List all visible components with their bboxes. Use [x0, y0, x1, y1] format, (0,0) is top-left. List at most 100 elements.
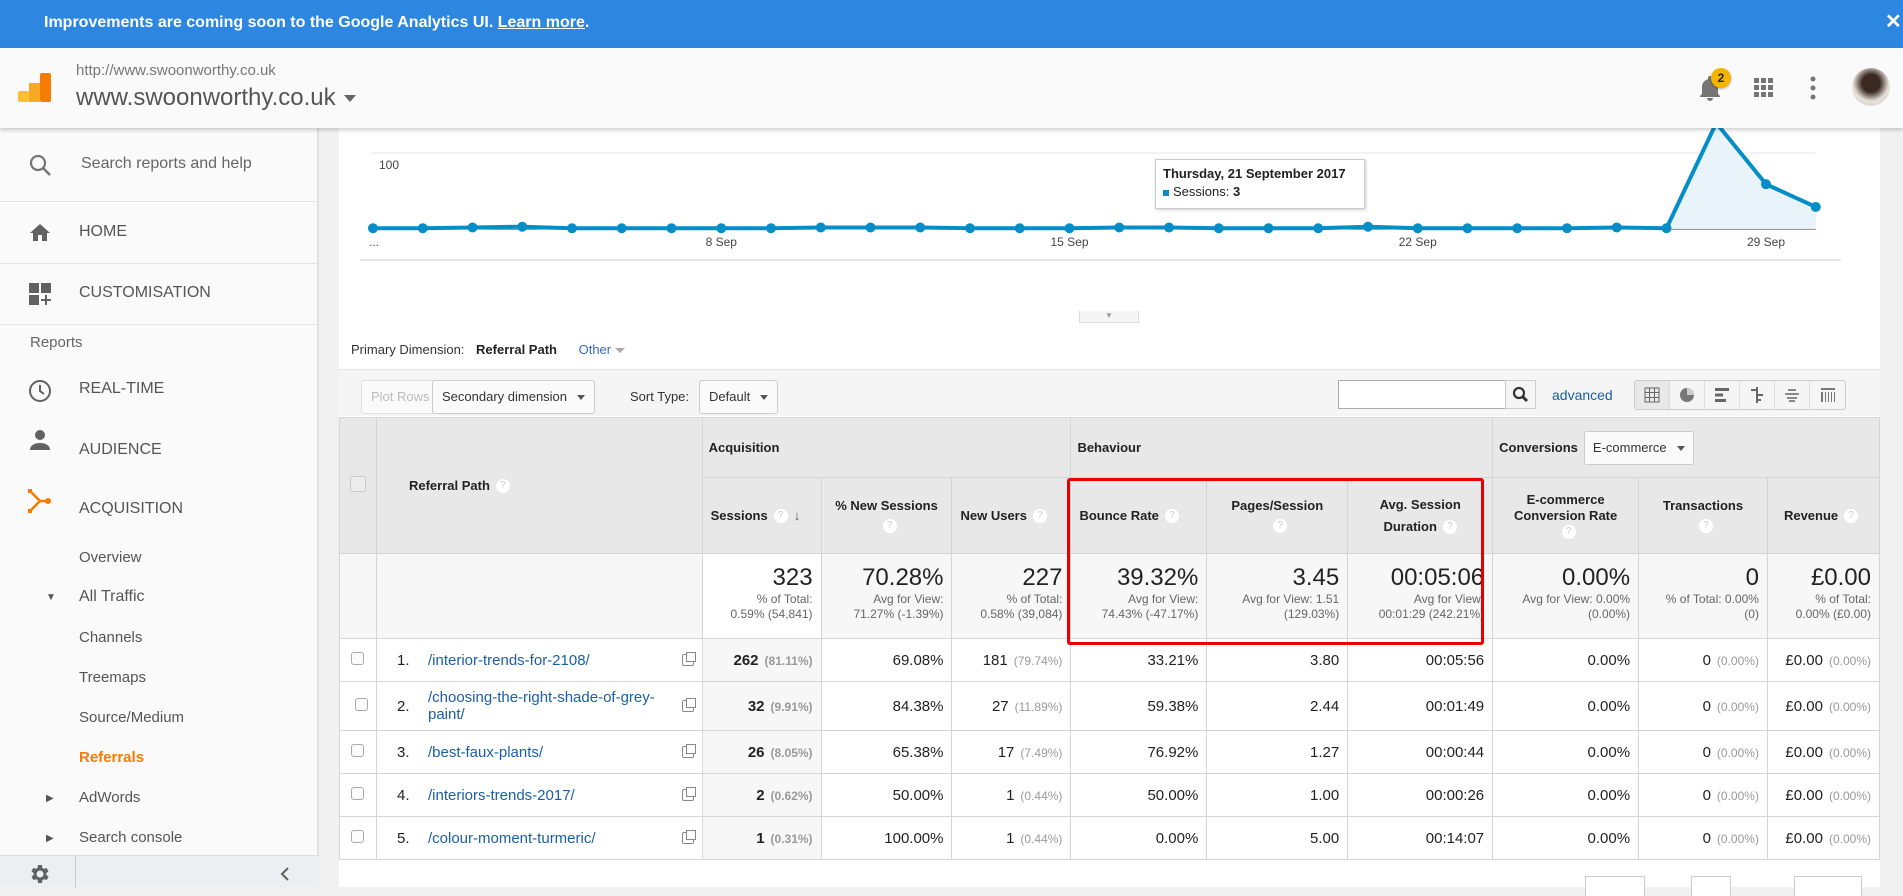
sidebar-item-channels[interactable]: Channels — [79, 629, 142, 646]
caret-right-icon[interactable]: ▶ — [46, 833, 54, 844]
table-search-input[interactable] — [1338, 380, 1507, 409]
sidebar-item-search-console[interactable]: Search console — [79, 829, 182, 846]
help-icon[interactable]: ? — [1561, 525, 1576, 540]
data-point[interactable] — [865, 222, 876, 233]
close-banner-icon[interactable]: ✕ — [1885, 0, 1903, 44]
primary-dimension-other-dropdown[interactable]: Other — [579, 342, 626, 357]
pagination-buttons[interactable] — [1794, 876, 1862, 896]
data-point[interactable] — [368, 223, 378, 234]
caret-right-icon[interactable]: ▶ — [46, 793, 54, 804]
data-point[interactable] — [1114, 222, 1125, 233]
data-point[interactable] — [965, 223, 975, 234]
help-icon[interactable]: ? — [882, 519, 897, 534]
advanced-filter-link[interactable]: advanced — [1552, 387, 1613, 403]
view-comparison-button[interactable] — [1740, 381, 1775, 409]
referral-path-link[interactable]: /colour-moment-turmeric/ — [428, 830, 682, 847]
column-header-new-sessions[interactable]: % New Sessions? — [820, 477, 953, 554]
column-header-bounce-rate[interactable]: Bounce Rate? — [1070, 477, 1208, 554]
column-header-pages-session[interactable]: Pages/Session? — [1206, 477, 1349, 554]
referral-path-link[interactable]: /choosing-the-right-shade-of-grey-paint/ — [428, 689, 682, 723]
open-external-link-icon[interactable] — [681, 744, 696, 758]
data-point[interactable] — [567, 223, 577, 234]
column-header-ecommerce-conversion-rate[interactable]: E-commerce Conversion Rate? — [1492, 477, 1640, 554]
view-pivot-button[interactable] — [1810, 381, 1845, 409]
data-point[interactable] — [1810, 201, 1821, 212]
settings-gear-icon[interactable] — [27, 862, 51, 886]
more-vert-icon[interactable] — [1810, 76, 1816, 100]
column-header-avg-session-duration[interactable]: Avg. Session Duration? — [1347, 477, 1494, 554]
open-external-link-icon[interactable] — [681, 787, 696, 801]
sidebar-item-acquisition[interactable]: ACQUISITION — [79, 500, 183, 518]
primary-dimension-referral-path[interactable]: Referral Path — [476, 342, 557, 357]
dimension-header[interactable]: Referral Path? — [375, 417, 703, 554]
data-point[interactable] — [1562, 223, 1572, 234]
data-point[interactable] — [815, 222, 826, 233]
view-term-cloud-button[interactable] — [1775, 381, 1810, 409]
column-header-revenue[interactable]: Revenue? — [1766, 477, 1881, 554]
help-icon[interactable]: ? — [1844, 509, 1859, 524]
row-checkbox[interactable] — [351, 651, 365, 665]
data-point[interactable] — [1761, 179, 1771, 190]
data-point[interactable] — [1462, 223, 1473, 234]
row-checkbox[interactable] — [351, 829, 365, 843]
search-input[interactable]: Search reports and help — [81, 155, 252, 173]
page-scrollbar-gutter[interactable] — [1880, 128, 1903, 887]
data-point[interactable] — [1014, 223, 1025, 234]
select-all-checkbox[interactable] — [349, 476, 366, 492]
sidebar-item-source-medium[interactable]: Source/Medium — [79, 709, 184, 726]
data-point[interactable] — [1263, 223, 1274, 234]
secondary-dimension-dropdown[interactable]: Secondary dimension — [432, 380, 596, 414]
help-icon[interactable]: ? — [495, 479, 510, 494]
row-checkbox[interactable] — [351, 743, 365, 757]
learn-more-link[interactable]: Learn more — [498, 14, 585, 31]
open-external-link-icon[interactable] — [681, 652, 696, 666]
help-icon[interactable]: ? — [1699, 519, 1713, 534]
table-search-button[interactable] — [1505, 380, 1536, 409]
sidebar-item-adwords[interactable]: AdWords — [79, 789, 140, 806]
column-header-new-users[interactable]: New Users? — [951, 477, 1072, 554]
collapse-chevron-left-icon[interactable] — [279, 866, 291, 882]
help-icon[interactable]: ? — [1164, 509, 1179, 524]
row-checkbox[interactable] — [351, 786, 365, 800]
referral-path-link[interactable]: /interiors-trends-2017/ — [428, 787, 682, 804]
open-external-link-icon[interactable] — [681, 698, 696, 712]
data-point[interactable] — [417, 223, 428, 234]
data-point[interactable] — [1412, 223, 1423, 234]
data-point[interactable] — [1512, 223, 1523, 234]
sidebar-item-realtime[interactable]: REAL-TIME — [79, 380, 164, 398]
sidebar-item-referrals[interactable]: Referrals — [79, 749, 144, 766]
sidebar-item-treemaps[interactable]: Treemaps — [79, 669, 146, 686]
help-icon[interactable]: ? — [773, 509, 788, 524]
sidebar-item-customisation[interactable]: CUSTOMISATION — [0, 264, 319, 325]
sidebar-item-audience[interactable]: AUDIENCE — [79, 441, 162, 459]
help-icon[interactable]: ? — [1442, 520, 1457, 535]
data-point[interactable] — [1164, 222, 1174, 233]
data-point[interactable] — [1611, 222, 1622, 233]
show-rows-select[interactable] — [1585, 876, 1645, 896]
data-point[interactable] — [616, 223, 627, 234]
sessions-line-chart[interactable]: 100... 8 Sep 15 Sep 22 Sep 29 Sep — [339, 128, 1880, 318]
sidebar-item-home[interactable]: HOME — [0, 203, 319, 264]
chart-collapse-toggle[interactable]: ▼ — [1079, 311, 1139, 323]
data-point[interactable] — [467, 222, 478, 233]
referral-path-link[interactable]: /best-faux-plants/ — [428, 744, 682, 761]
sidebar-search[interactable]: Search reports and help — [0, 128, 319, 202]
sort-type-dropdown[interactable]: Default — [699, 380, 779, 414]
view-pie-button[interactable] — [1670, 381, 1705, 409]
data-point[interactable] — [1661, 223, 1672, 234]
sidebar-item-all-traffic[interactable]: All Traffic — [79, 588, 145, 606]
open-external-link-icon[interactable] — [681, 830, 696, 844]
data-point[interactable] — [716, 223, 727, 234]
apps-grid-icon[interactable] — [1754, 78, 1774, 98]
user-avatar[interactable] — [1852, 68, 1890, 106]
view-performance-button[interactable] — [1705, 381, 1740, 409]
data-point[interactable] — [666, 223, 677, 234]
data-point[interactable] — [517, 221, 528, 232]
column-header-sessions[interactable]: Sessions? ↓ — [701, 477, 822, 554]
data-point[interactable] — [1213, 223, 1224, 234]
caret-down-icon[interactable]: ▼ — [46, 592, 56, 603]
data-point[interactable] — [1313, 223, 1324, 234]
property-selector[interactable]: www.swoonworthy.co.uk — [76, 84, 356, 112]
row-checkbox[interactable] — [354, 697, 368, 711]
data-point[interactable] — [766, 223, 776, 234]
